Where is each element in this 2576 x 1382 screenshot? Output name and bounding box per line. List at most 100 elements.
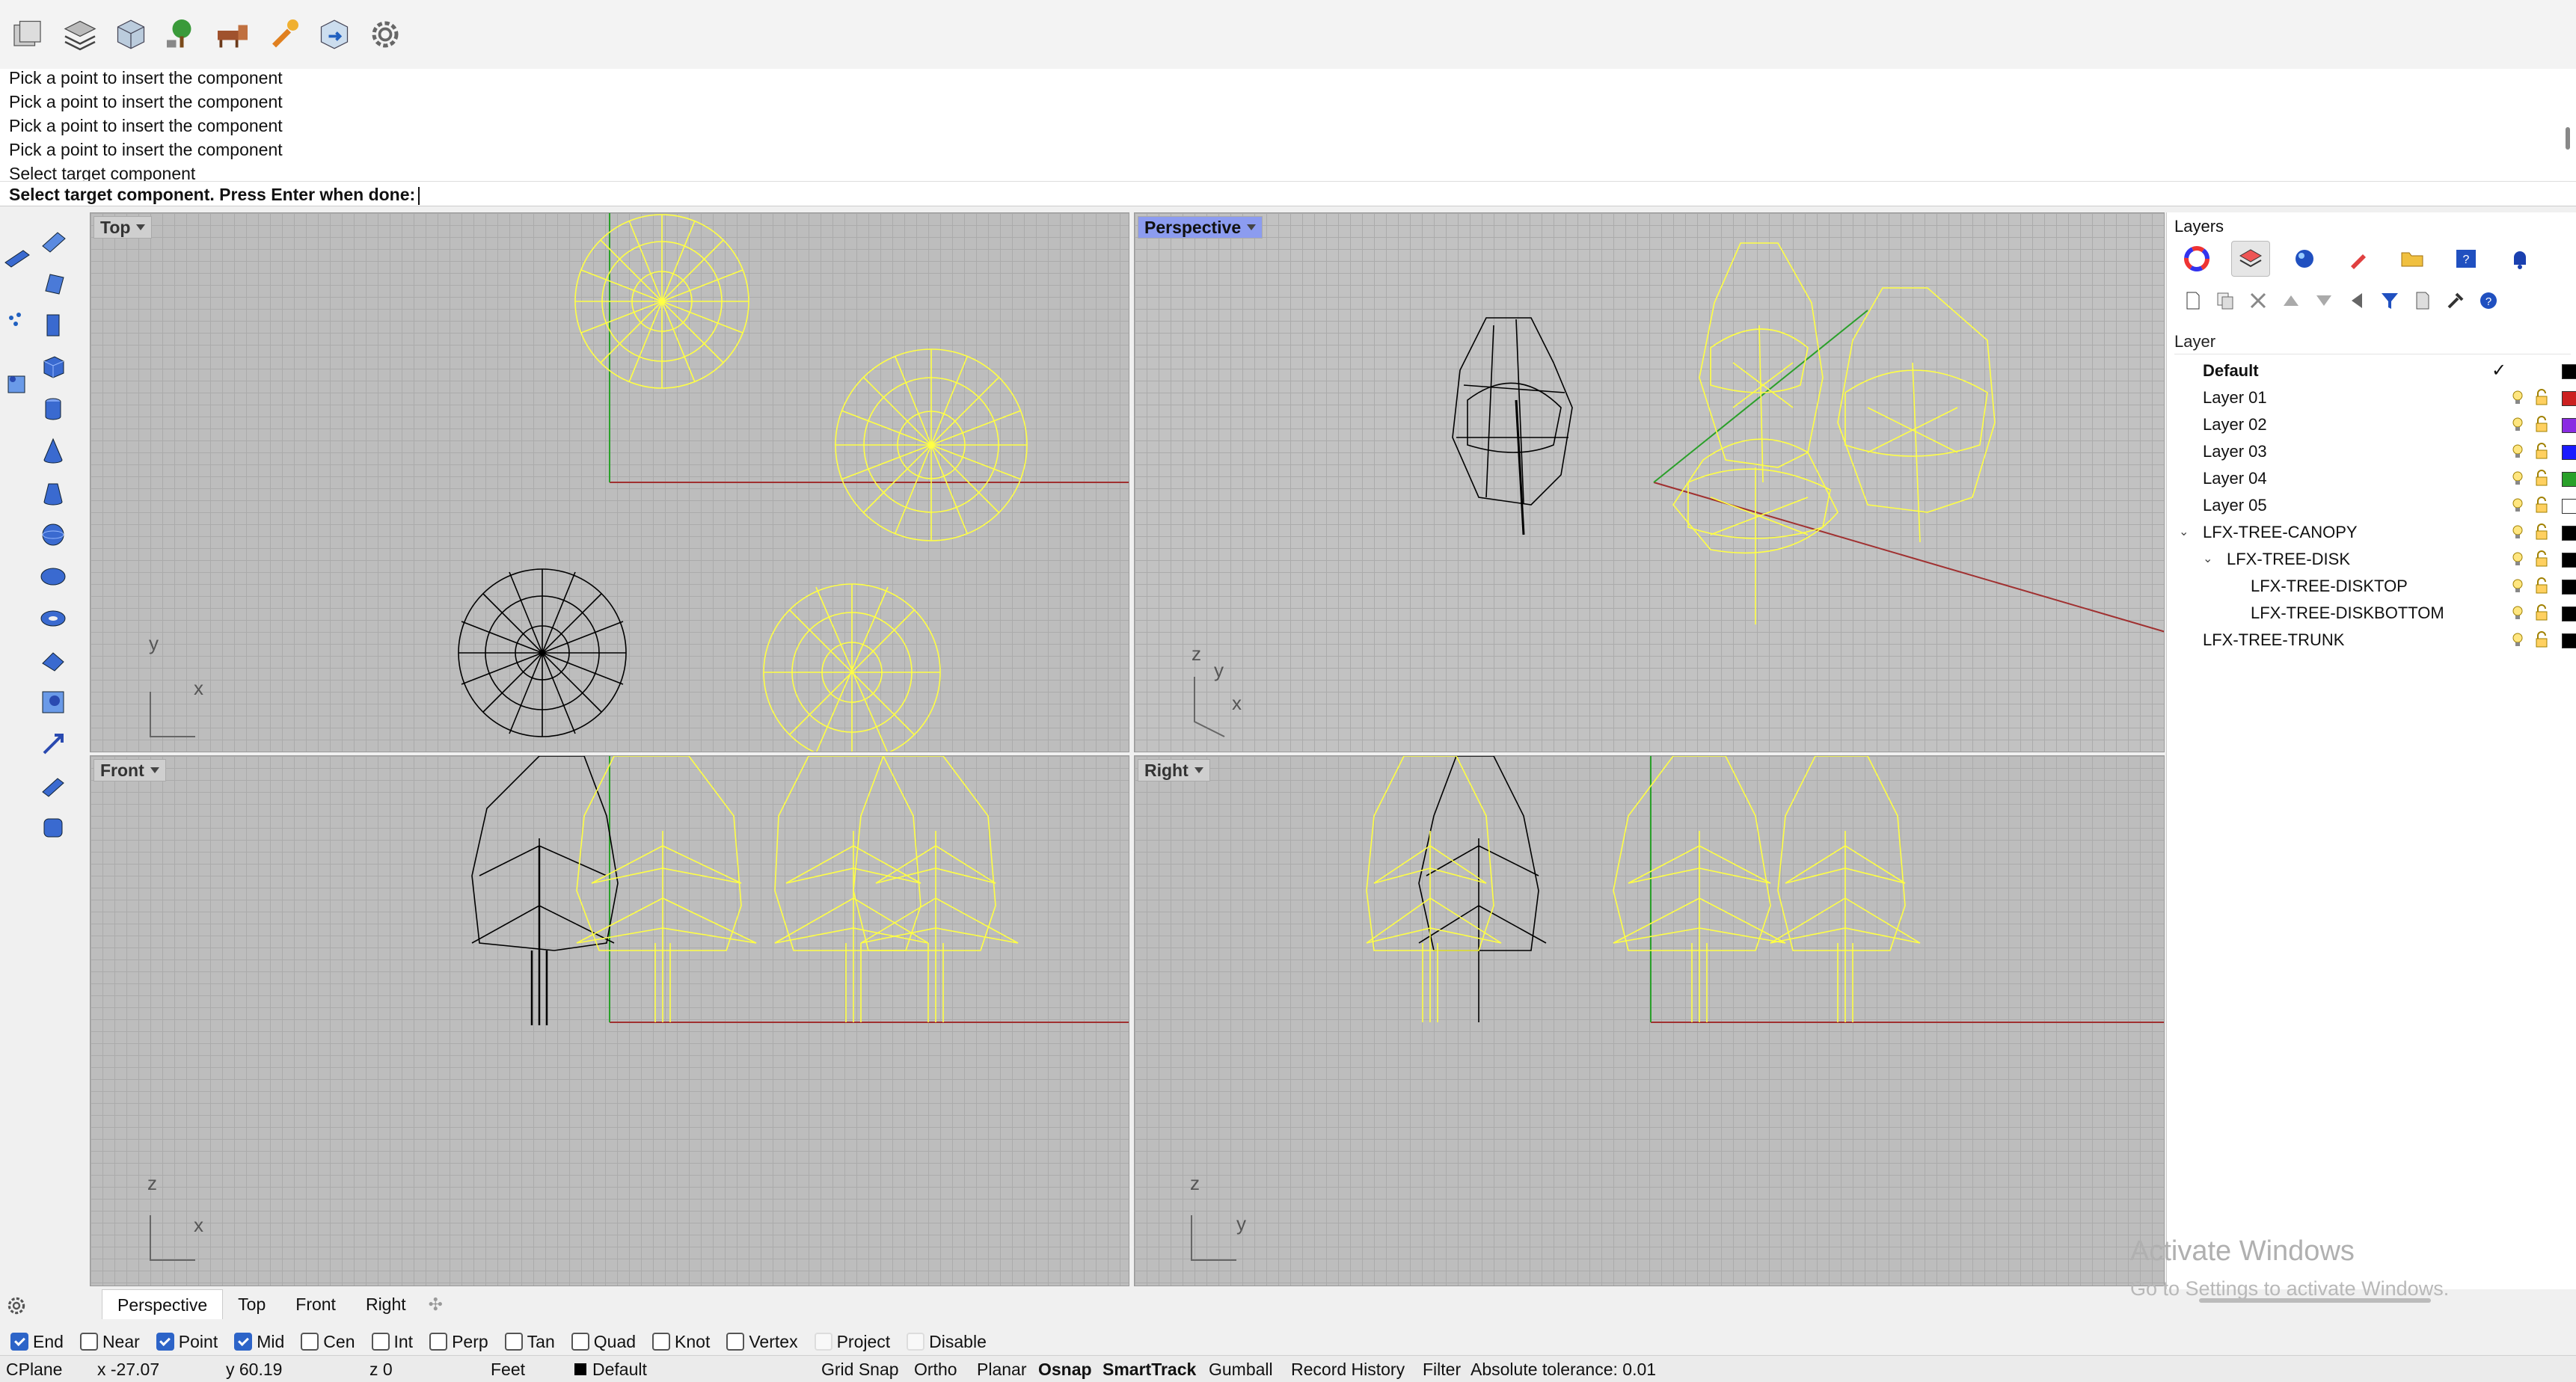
loft-icon[interactable] — [36, 266, 70, 301]
osnap-project[interactable]: Project — [814, 1332, 890, 1352]
history-scrollbar[interactable] — [2566, 127, 2570, 150]
chevron-down-icon[interactable]: ⌄ — [2179, 519, 2189, 546]
sphere-icon[interactable] — [36, 518, 70, 552]
osnap-knot[interactable]: Knot — [652, 1332, 710, 1352]
tab-top[interactable]: Top — [223, 1289, 280, 1319]
checkbox[interactable] — [429, 1333, 448, 1351]
osnap-quad[interactable]: Quad — [571, 1332, 636, 1352]
units-label[interactable]: Feet — [491, 1356, 525, 1382]
furniture-icon[interactable] — [209, 11, 256, 58]
move-down-icon[interactable] — [2310, 287, 2337, 314]
viewport-right[interactable]: Right z y — [1134, 755, 2165, 1286]
osnap-vertex[interactable]: Vertex — [726, 1332, 798, 1352]
lock-icon[interactable] — [2533, 497, 2550, 515]
layer-row[interactable]: LFX-TREE-DISKTOP — [2167, 573, 2576, 600]
lightbulb-icon[interactable] — [2509, 497, 2526, 515]
lightbulb-icon[interactable] — [2509, 523, 2526, 541]
surface-icon[interactable] — [36, 224, 70, 259]
rounded-box-icon[interactable] — [36, 811, 70, 845]
layer-row[interactable]: Default ✓ — [2167, 357, 2576, 384]
folder-icon[interactable] — [2393, 241, 2432, 277]
smarttrack-toggle[interactable]: SmartTrack — [1103, 1356, 1196, 1382]
osnap-int[interactable]: Int — [371, 1332, 413, 1352]
tree-icon[interactable] — [159, 11, 205, 58]
checkbox[interactable] — [652, 1333, 671, 1351]
lock-icon[interactable] — [2533, 470, 2550, 488]
grid-snap-toggle[interactable]: Grid Snap — [821, 1356, 899, 1382]
cylinder-icon[interactable] — [36, 392, 70, 426]
record-history-toggle[interactable]: Record History — [1291, 1356, 1405, 1382]
lightbulb-icon[interactable] — [2509, 470, 2526, 488]
pipe-icon[interactable] — [36, 643, 70, 678]
osnap-disable[interactable]: Disable — [907, 1332, 987, 1352]
gear-icon[interactable] — [362, 11, 408, 58]
viewport-front[interactable]: Front z x — [90, 755, 1129, 1286]
layer-color-swatch[interactable] — [2562, 445, 2576, 460]
document-icon[interactable] — [2409, 287, 2436, 314]
viewport-top[interactable]: Top y x — [90, 212, 1129, 752]
viewport-label-front[interactable]: Front — [93, 759, 166, 781]
layer-row[interactable]: Layer 05 — [2167, 492, 2576, 519]
lightbulb-icon[interactable] — [2509, 416, 2526, 434]
layer-color-swatch[interactable] — [2562, 553, 2576, 568]
osnap-toggle[interactable]: Osnap — [1038, 1356, 1092, 1382]
checkbox[interactable] — [907, 1333, 925, 1351]
panel-scrollbar[interactable] — [2199, 1298, 2431, 1303]
command-prompt[interactable]: Select target component. Press Enter whe… — [0, 181, 2576, 206]
layer-row[interactable]: Layer 03 — [2167, 438, 2576, 465]
notification-bell-icon[interactable] — [2500, 241, 2539, 277]
lock-icon[interactable] — [2533, 604, 2550, 622]
checkbox[interactable] — [726, 1333, 745, 1351]
checkbox[interactable] — [814, 1333, 832, 1351]
mesh-icon[interactable] — [0, 366, 34, 401]
layer-row[interactable]: Layer 01 — [2167, 384, 2576, 411]
layer-row[interactable]: Layer 04 — [2167, 465, 2576, 492]
points-icon[interactable] — [0, 304, 34, 338]
viewport-label-right[interactable]: Right — [1138, 759, 1210, 781]
layer-color-swatch[interactable] — [2562, 364, 2576, 379]
paint-icon[interactable] — [260, 11, 307, 58]
move-up-icon[interactable] — [2278, 287, 2304, 314]
checkbox[interactable] — [571, 1333, 589, 1351]
checkbox[interactable] — [504, 1333, 523, 1351]
layer-color-swatch[interactable] — [2562, 606, 2576, 621]
lock-icon[interactable] — [2533, 631, 2550, 649]
tab-front[interactable]: Front — [280, 1289, 351, 1319]
solid-tools-icon[interactable] — [36, 685, 70, 719]
add-tab-icon[interactable]: ✣ — [421, 1295, 450, 1315]
settings-gear-icon[interactable] — [4, 1294, 28, 1318]
filter-icon[interactable] — [2376, 287, 2403, 314]
extrude-icon[interactable] — [36, 308, 70, 343]
materials-icon[interactable] — [2339, 241, 2378, 277]
current-layer[interactable]: Default — [592, 1356, 647, 1382]
lightbulb-icon[interactable] — [2509, 604, 2526, 622]
layer-color-swatch[interactable] — [2562, 580, 2576, 595]
lock-icon[interactable] — [2533, 523, 2550, 541]
osnap-near[interactable]: Near — [79, 1332, 140, 1352]
layer-row[interactable]: Layer 02 — [2167, 411, 2576, 438]
gumball-toggle[interactable]: Gumball — [1209, 1356, 1273, 1382]
cone-icon[interactable] — [36, 434, 70, 468]
layer-row[interactable]: LFX-TREE-DISKBOTTOM — [2167, 600, 2576, 627]
layer-row[interactable]: ⌄ LFX-TREE-CANOPY — [2167, 519, 2576, 546]
tools-icon[interactable] — [2442, 287, 2469, 314]
lock-icon[interactable] — [2533, 577, 2550, 595]
checkbox[interactable] — [371, 1333, 390, 1351]
tab-right[interactable]: Right — [351, 1289, 421, 1319]
lightbulb-icon[interactable] — [2509, 443, 2526, 461]
move-parent-icon[interactable] — [2343, 287, 2370, 314]
lock-icon[interactable] — [2533, 550, 2550, 568]
layer-color-swatch[interactable] — [2562, 633, 2576, 648]
viewport-perspective[interactable]: Perspective z y x — [1134, 212, 2165, 752]
lightbulb-icon[interactable] — [2509, 631, 2526, 649]
transform-icon[interactable] — [36, 727, 70, 761]
osnap-tan[interactable]: Tan — [504, 1332, 555, 1352]
ellipsoid-icon[interactable] — [36, 559, 70, 594]
layer-color-swatch[interactable] — [2562, 526, 2576, 541]
lightbulb-icon[interactable] — [2509, 577, 2526, 595]
lock-icon[interactable] — [2533, 443, 2550, 461]
checkbox[interactable] — [10, 1333, 28, 1351]
box-icon[interactable] — [36, 350, 70, 384]
ortho-toggle[interactable]: Ortho — [914, 1356, 957, 1382]
layer-state-icon[interactable] — [57, 11, 103, 58]
